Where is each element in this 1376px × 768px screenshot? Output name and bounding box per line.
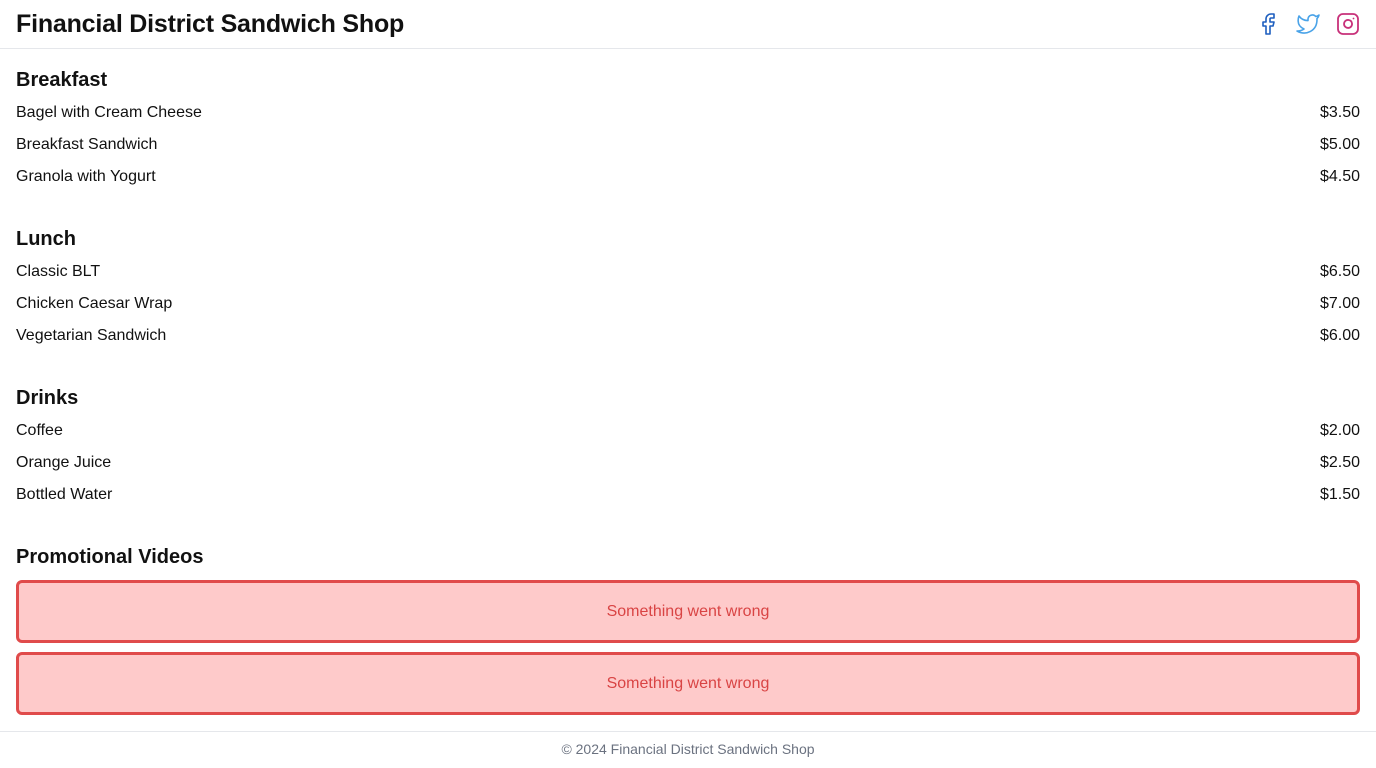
menu-item-price: $3.50 bbox=[1319, 104, 1360, 121]
menu-item-name: Classic BLT bbox=[16, 263, 101, 280]
menu-item-price: $6.50 bbox=[1319, 263, 1360, 280]
menu-item-name: Vegetarian Sandwich bbox=[16, 327, 167, 344]
site-footer: © 2024 Financial District Sandwich Shop bbox=[0, 731, 1376, 768]
menu-item: Granola with Yogurt $4.50 bbox=[16, 161, 1360, 193]
video-error-box: Something went wrong bbox=[16, 580, 1360, 643]
menu-item-name: Granola with Yogurt bbox=[16, 168, 156, 185]
twitter-link[interactable] bbox=[1296, 12, 1320, 36]
error-message: Something went wrong bbox=[606, 602, 770, 620]
menu-item: Coffee $2.00 bbox=[16, 415, 1360, 447]
menu-item: Classic BLT $6.50 bbox=[16, 256, 1360, 288]
lunch-list: Classic BLT $6.50 Chicken Caesar Wrap $7… bbox=[16, 256, 1360, 352]
facebook-icon bbox=[1262, 13, 1275, 35]
twitter-icon bbox=[1296, 14, 1320, 34]
menu-item-name: Breakfast Sandwich bbox=[16, 136, 158, 153]
menu-item-price: $2.00 bbox=[1319, 422, 1360, 439]
menu-item: Bottled Water $1.50 bbox=[16, 479, 1360, 511]
menu-item: Orange Juice $2.50 bbox=[16, 447, 1360, 479]
menu-item-name: Orange Juice bbox=[16, 454, 112, 471]
section-title-drinks: Drinks bbox=[16, 387, 79, 409]
breakfast-section: Breakfast Bagel with Cream Cheese $3.50 … bbox=[16, 68, 1360, 193]
menu-item-price: $7.00 bbox=[1319, 295, 1360, 312]
instagram-icon bbox=[1337, 13, 1359, 35]
menu-item-price: $4.50 bbox=[1319, 168, 1360, 185]
error-message: Something went wrong bbox=[606, 674, 770, 692]
footer-copyright: © 2024 Financial District Sandwich Shop bbox=[561, 741, 815, 757]
drinks-list: Coffee $2.00 Orange Juice $2.50 Bottled … bbox=[16, 415, 1360, 511]
menu-item-name: Chicken Caesar Wrap bbox=[16, 295, 173, 312]
section-title-lunch: Lunch bbox=[16, 228, 76, 250]
menu-item-price: $6.00 bbox=[1319, 327, 1360, 344]
menu-item: Bagel with Cream Cheese $3.50 bbox=[16, 97, 1360, 129]
menu-main: Breakfast Bagel with Cream Cheese $3.50 … bbox=[0, 68, 1376, 715]
section-title-videos: Promotional Videos bbox=[16, 546, 204, 568]
menu-item-price: $5.00 bbox=[1319, 136, 1360, 153]
instagram-link[interactable] bbox=[1336, 12, 1360, 36]
facebook-link[interactable] bbox=[1256, 12, 1280, 36]
menu-item: Breakfast Sandwich $5.00 bbox=[16, 129, 1360, 161]
menu-item-name: Bottled Water bbox=[16, 486, 113, 503]
site-header: Financial District Sandwich Shop bbox=[0, 0, 1376, 49]
lunch-section: Lunch Classic BLT $6.50 Chicken Caesar W… bbox=[16, 227, 1360, 352]
menu-item-price: $1.50 bbox=[1319, 486, 1360, 503]
menu-item: Vegetarian Sandwich $6.00 bbox=[16, 320, 1360, 352]
menu-item-price: $2.50 bbox=[1319, 454, 1360, 471]
social-links bbox=[1256, 12, 1360, 36]
site-title: Financial District Sandwich Shop bbox=[16, 9, 405, 38]
video-error-box: Something went wrong bbox=[16, 652, 1360, 715]
menu-item: Chicken Caesar Wrap $7.00 bbox=[16, 288, 1360, 320]
section-title-breakfast: Breakfast bbox=[16, 69, 108, 91]
promotional-videos-section: Promotional Videos Something went wrong … bbox=[16, 545, 1360, 715]
drinks-section: Drinks Coffee $2.00 Orange Juice $2.50 B… bbox=[16, 386, 1360, 511]
menu-item-name: Bagel with Cream Cheese bbox=[16, 104, 202, 121]
breakfast-list: Bagel with Cream Cheese $3.50 Breakfast … bbox=[16, 97, 1360, 193]
menu-item-name: Coffee bbox=[16, 422, 63, 439]
